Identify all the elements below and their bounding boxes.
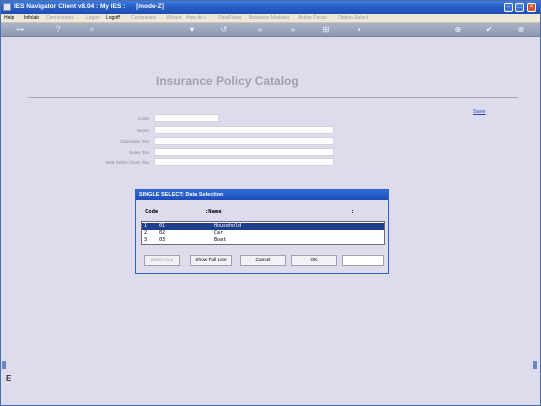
forward-icon[interactable]: » <box>288 25 298 35</box>
title-bar: IES Navigator Client v8.04 : My IES : [m… <box>1 1 540 14</box>
app-window: IES Navigator Client v8.04 : My IES : [m… <box>0 0 541 406</box>
page-title: Insurance Policy Catalog <box>156 74 299 88</box>
menu-companies[interactable]: Companies <box>131 15 156 21</box>
list-item[interactable]: 2 02 Car <box>142 230 384 237</box>
search-icon[interactable]: ⌕ <box>87 25 97 35</box>
menu-help[interactable]: Help <box>4 15 14 21</box>
row-code: 02 <box>159 230 166 236</box>
name-label: Name <box>136 128 149 133</box>
divider <box>28 97 518 98</box>
menu-option-select[interactable]: Option Select <box>338 15 368 21</box>
help-icon[interactable]: ? <box>53 25 63 35</box>
bad-debts-claim-tax-label: Bad Debts Claim Tax <box>106 160 149 165</box>
row-index: 1 <box>144 223 148 229</box>
list-item[interactable]: 3 03 Boat <box>142 237 384 244</box>
sales-tax-field[interactable] <box>154 148 334 156</box>
heart-icon[interactable]: ♥ <box>187 25 197 35</box>
row-name: Boat <box>214 237 227 243</box>
undo-icon[interactable]: ↺ <box>219 25 229 35</box>
menu-wizard[interactable]: Wizard <box>166 15 182 21</box>
row-name: Car <box>214 230 224 236</box>
grid-icon[interactable]: ⊞ <box>321 25 331 35</box>
list-item[interactable]: 1 01 Household <box>142 223 384 230</box>
claimable-tax-label: Claimable Tax <box>120 139 149 144</box>
menu-how-do-i[interactable]: How do I <box>186 15 206 21</box>
name-field[interactable] <box>154 126 334 134</box>
claimable-tax-field[interactable] <box>154 137 334 145</box>
column-header-name: :Name <box>205 209 222 215</box>
menu-bar: Help Infolab Connections Logon Logoff Co… <box>1 14 540 23</box>
column-header-code: Code <box>145 209 159 215</box>
bad-debts-claim-tax-field[interactable] <box>154 158 334 166</box>
row-code: 03 <box>159 237 166 243</box>
save-link[interactable]: Save <box>473 109 486 115</box>
side-letter: E <box>6 374 12 383</box>
menu-infolab[interactable]: Infolab <box>24 15 39 21</box>
add-icon[interactable]: ⊕ <box>453 25 463 35</box>
menu-connections[interactable]: Connections <box>46 15 74 21</box>
code-field[interactable] <box>154 114 219 122</box>
row-code: 01 <box>159 223 166 229</box>
maximize-button[interactable]: □ <box>515 3 524 12</box>
toolbar: ⊶ ? ⌕ ♥ ↺ « » ⊞ ▪ ⊕ ✔ ⊗ <box>1 23 540 37</box>
row-name: Household <box>214 223 242 229</box>
selection-list[interactable]: 1 01 Household 2 02 Car 3 03 Boat <box>141 221 385 245</box>
data-selection-dialog: SINGLE SELECT: Data Selection Code :Name… <box>135 189 389 274</box>
window-title: IES Navigator Client v8.04 : My IES : [m… <box>14 3 164 10</box>
row-index: 2 <box>144 230 148 236</box>
sales-tax-label: Sales Tax <box>129 150 149 155</box>
close-icon[interactable]: ⊗ <box>516 25 526 35</box>
ok-button[interactable]: OK <box>291 255 337 266</box>
dialog-input[interactable] <box>342 255 384 266</box>
dialog-title: SINGLE SELECT: Data Selection <box>136 190 388 200</box>
save-icon[interactable]: ▪ <box>354 25 364 35</box>
select-all-button[interactable]: Select ALL <box>144 255 180 266</box>
row-index: 3 <box>144 237 148 243</box>
code-label: Code <box>138 116 149 121</box>
side-marker-left <box>2 361 6 369</box>
menu-dataflows[interactable]: DataFlows <box>218 15 242 21</box>
side-marker-right <box>533 361 537 369</box>
close-window-button[interactable]: × <box>527 3 536 12</box>
app-icon <box>3 3 11 11</box>
show-full-line-button[interactable]: Show Full Line <box>190 255 232 266</box>
check-icon[interactable]: ✔ <box>484 25 494 35</box>
minimize-button[interactable]: – <box>504 3 513 12</box>
cancel-button[interactable]: Cancel <box>240 255 286 266</box>
column-header-extra: : <box>351 209 355 215</box>
menu-action-focus[interactable]: Action Focus <box>298 15 327 21</box>
menu-business-modules[interactable]: Business Modules <box>249 15 290 21</box>
back-icon[interactable]: « <box>255 25 265 35</box>
key-icon[interactable]: ⊶ <box>11 25 29 35</box>
menu-logoff[interactable]: Logoff <box>106 15 120 21</box>
menu-logon[interactable]: Logon <box>86 15 100 21</box>
